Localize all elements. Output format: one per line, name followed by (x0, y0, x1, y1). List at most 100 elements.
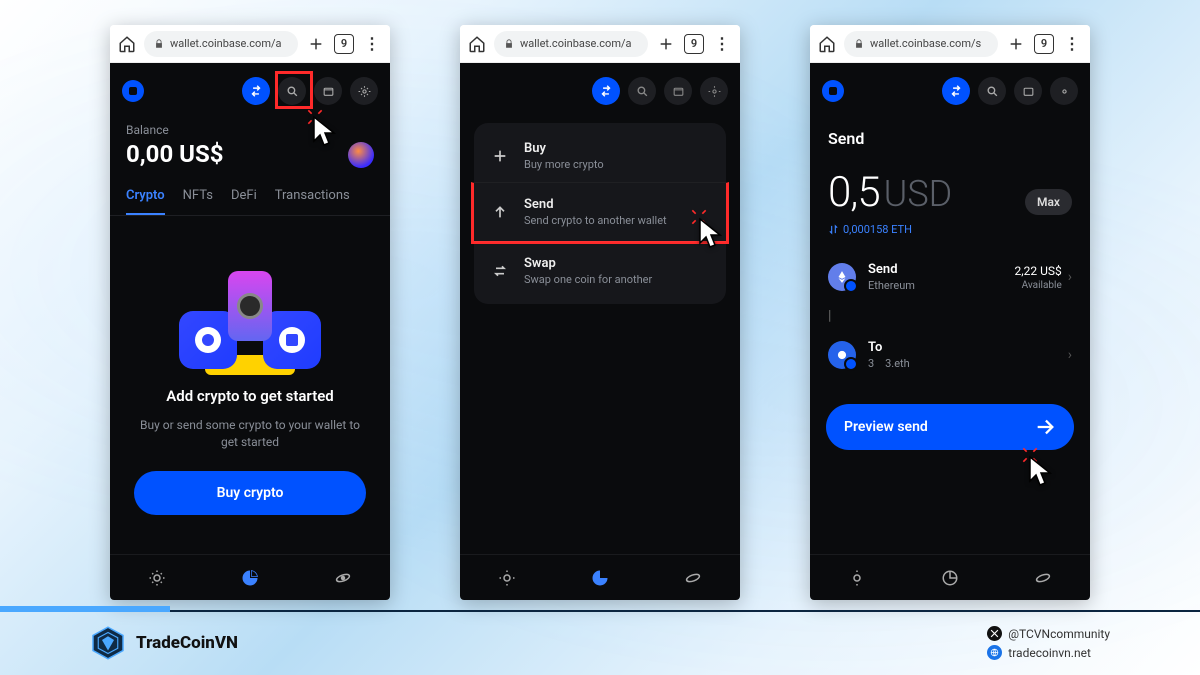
explore-icon[interactable] (684, 569, 702, 587)
tab-transactions[interactable]: Transactions (275, 188, 350, 215)
theme-icon[interactable] (148, 569, 166, 587)
click-burst-icon (305, 107, 325, 127)
max-button[interactable]: Max (1025, 189, 1072, 215)
tab-count[interactable]: 9 (684, 34, 704, 54)
settings-icon[interactable] (350, 77, 378, 105)
lock-icon (504, 39, 514, 49)
menu-item-buy[interactable]: Buy Buy more crypto (474, 127, 726, 185)
transfer-icon[interactable] (942, 77, 970, 105)
home-icon[interactable] (818, 35, 836, 53)
search-icon[interactable] (628, 77, 656, 105)
convert-row[interactable]: 0,000158 ETH (810, 221, 1090, 252)
tab-crypto[interactable]: Crypto (126, 188, 165, 215)
brand-name: TradeCoinVN (136, 633, 238, 653)
tab-nfts[interactable]: NFTs (183, 188, 213, 215)
swap-icon (490, 263, 510, 279)
to-value: 3 3.eth (868, 357, 910, 370)
tab-count[interactable]: 9 (1034, 34, 1054, 54)
url-text: wallet.coinbase.com/s (870, 37, 981, 50)
social-links: @TCVNcommunity tradecoinvn.net (987, 626, 1110, 660)
search-icon[interactable] (978, 77, 1006, 105)
chart-icon[interactable] (941, 569, 959, 587)
wallet-icon[interactable] (1014, 77, 1042, 105)
eth-icon (828, 263, 856, 291)
to-input-cursor[interactable]: | (810, 302, 1090, 330)
swap-sub: Swap one coin for another (524, 273, 652, 286)
footer-divider (0, 610, 1200, 612)
explore-icon[interactable] (334, 569, 352, 587)
tab-count[interactable]: 9 (334, 34, 354, 54)
url-bar[interactable]: wallet.coinbase.com/a (144, 31, 298, 57)
recipient-icon (828, 341, 856, 369)
send-coin: Ethereum (868, 279, 915, 292)
wallet-logo-icon[interactable] (122, 80, 144, 102)
settings-icon[interactable] (1050, 77, 1078, 105)
website-url[interactable]: tradecoinvn.net (1008, 646, 1091, 660)
promo-subtitle: Buy or send some crypto to your wallet t… (134, 417, 366, 452)
tab-defi[interactable]: DeFi (231, 188, 257, 215)
wallet-icon[interactable] (664, 77, 692, 105)
to-row[interactable]: To 3 3.eth › (810, 330, 1090, 380)
send-asset-row[interactable]: Send Ethereum 2,22 US$ Available › (810, 252, 1090, 302)
send-usd: 2,22 US$ (1015, 264, 1062, 278)
explore-icon[interactable] (1034, 569, 1052, 587)
phone-screenshot-3: wallet.coinbase.com/s 9 ⋮ Send 0,5 (810, 25, 1090, 600)
chart-icon[interactable] (591, 569, 609, 587)
to-label: To (868, 340, 910, 355)
browser-bar: wallet.coinbase.com/a 9 ⋮ (460, 25, 740, 63)
transfer-icon[interactable] (592, 77, 620, 105)
arrow-up-icon (490, 204, 510, 220)
url-bar[interactable]: wallet.coinbase.com/s (844, 31, 998, 57)
balance-label: Balance (126, 123, 224, 137)
asset-tabs: Crypto NFTs DeFi Transactions (110, 178, 390, 216)
amount-input[interactable]: 0,5 USD (828, 168, 952, 217)
settings-icon[interactable] (700, 77, 728, 105)
phone-screenshot-1: wallet.coinbase.com/a 9 ⋮ (110, 25, 390, 600)
preview-send-button[interactable]: Preview send (826, 404, 1074, 450)
arrow-right-icon (1034, 416, 1056, 438)
new-tab-icon[interactable] (1006, 36, 1026, 52)
twitter-handle[interactable]: @TCVNcommunity (1008, 627, 1110, 641)
chart-icon[interactable] (241, 569, 259, 587)
send-title: Send (524, 197, 667, 212)
amount-currency: USD (884, 173, 953, 215)
send-available: Available (1015, 280, 1062, 291)
lock-icon (154, 39, 164, 49)
more-icon[interactable]: ⋮ (712, 34, 732, 53)
new-tab-icon[interactable] (306, 36, 326, 52)
send-sub: Send crypto to another wallet (524, 214, 667, 227)
home-icon[interactable] (118, 35, 136, 53)
new-tab-icon[interactable] (656, 36, 676, 52)
click-burst-icon (689, 207, 709, 227)
convert-value: 0,000158 ETH (843, 223, 912, 236)
more-icon[interactable]: ⋮ (362, 34, 382, 53)
wallet-logo-icon[interactable] (822, 80, 844, 102)
send-heading: Send (810, 119, 1090, 154)
buy-title: Buy (524, 141, 604, 156)
buy-crypto-button[interactable]: Buy crypto (134, 471, 366, 515)
brand-logo-icon (90, 625, 126, 661)
promo-illustration (175, 265, 325, 375)
chevron-right-icon: › (1068, 269, 1072, 285)
home-icon[interactable] (468, 35, 486, 53)
theme-icon[interactable] (498, 569, 516, 587)
preview-label: Preview send (844, 419, 928, 435)
theme-icon[interactable] (848, 569, 866, 587)
plus-icon (490, 148, 510, 164)
promo-title: Add crypto to get started (166, 387, 334, 405)
balance-value: 0,00 US$ (126, 140, 224, 168)
lock-icon (854, 39, 864, 49)
click-burst-icon (1020, 445, 1040, 465)
x-icon (987, 626, 1002, 641)
url-bar[interactable]: wallet.coinbase.com/a (494, 31, 648, 57)
phone-screenshot-2: wallet.coinbase.com/a 9 ⋮ (460, 25, 740, 600)
swap-title: Swap (524, 256, 652, 271)
transfer-icon[interactable] (242, 77, 270, 105)
avatar[interactable] (348, 142, 374, 168)
brand: TradeCoinVN (90, 625, 238, 661)
search-icon[interactable] (278, 77, 306, 105)
more-icon[interactable]: ⋮ (1062, 34, 1082, 53)
wallet-icon[interactable] (314, 77, 342, 105)
chevron-right-icon: › (1068, 347, 1072, 363)
menu-item-swap[interactable]: Swap Swap one coin for another (474, 241, 726, 300)
